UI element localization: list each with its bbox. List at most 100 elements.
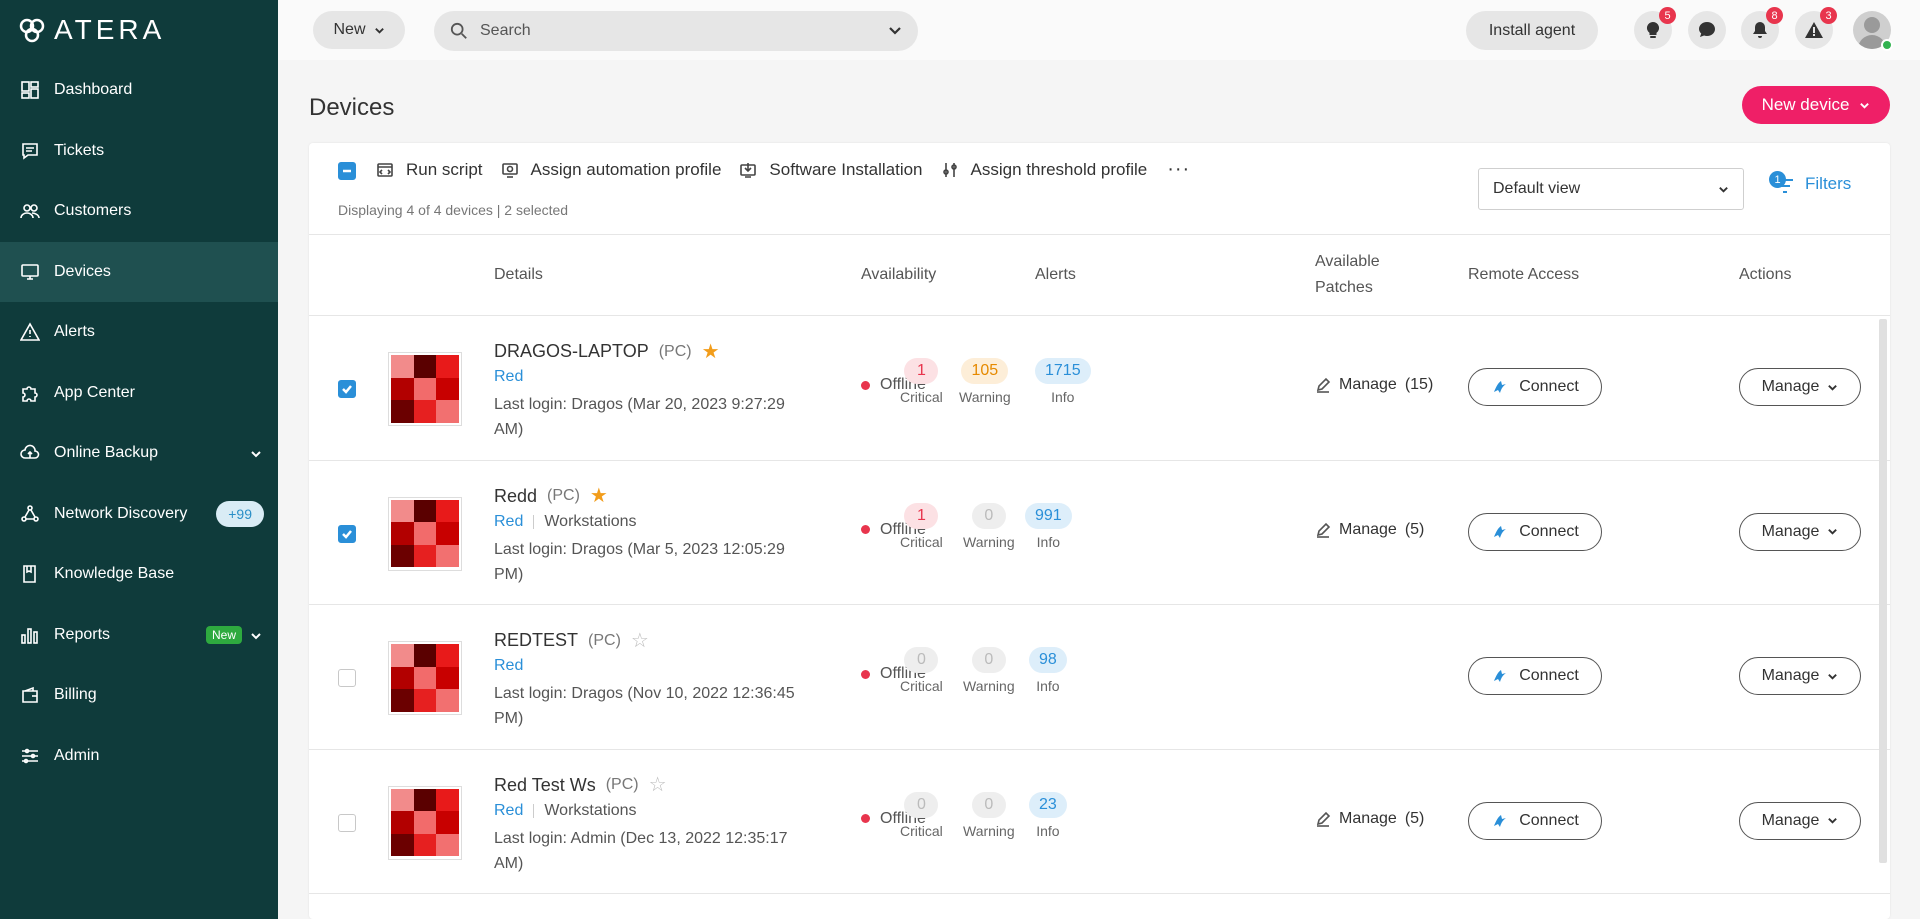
- new-device-button[interactable]: New device: [1742, 86, 1890, 124]
- favorite-star-icon[interactable]: ☆: [631, 631, 649, 651]
- chevron-down-icon[interactable]: [250, 447, 262, 459]
- row-checkbox[interactable]: [338, 380, 356, 398]
- customer-link[interactable]: Red: [494, 513, 523, 531]
- notifications-button[interactable]: 8: [1741, 7, 1783, 49]
- header-details[interactable]: Details: [494, 262, 543, 288]
- favorite-star-icon[interactable]: ★: [702, 342, 720, 362]
- table-row[interactable]: DRAGOS-LAPTOP (PC) ★ Red Last login: Dragos …: [309, 316, 1890, 461]
- row-checkbox[interactable]: [338, 813, 356, 832]
- filters-label: Filters: [1805, 174, 1852, 193]
- thumbnail-cell: [391, 400, 414, 423]
- pencil-icon: [1316, 811, 1331, 827]
- chevron-down-icon[interactable]: [250, 629, 262, 641]
- last-login-line2: AM): [494, 854, 524, 872]
- info-alerts[interactable]: 991 Info: [1025, 502, 1072, 550]
- customer-link[interactable]: Red: [494, 368, 523, 386]
- device-name[interactable]: DRAGOS-LAPTOP: [494, 341, 649, 362]
- install-icon: [740, 162, 757, 178]
- warning-alerts[interactable]: 105 Warning: [959, 358, 1011, 405]
- view-select[interactable]: Default view: [1478, 168, 1744, 210]
- favorite-star-icon[interactable]: ★: [590, 486, 608, 506]
- offline-dot: [861, 380, 870, 390]
- chevron-down-icon: [1828, 529, 1838, 535]
- thumbnail-cell: [413, 833, 437, 857]
- manage-patches-link[interactable]: Manage (5): [1315, 521, 1424, 539]
- critical-alerts[interactable]: 1 Critical: [900, 358, 943, 405]
- separator: [533, 514, 535, 529]
- device-name[interactable]: Redd: [494, 486, 537, 507]
- sidebar-item-admin[interactable]: Admin: [0, 726, 278, 787]
- manage-button[interactable]: Manage: [1739, 801, 1861, 840]
- favorite-star-icon[interactable]: ☆: [649, 775, 667, 795]
- search-input[interactable]: [480, 22, 888, 40]
- install-agent-button[interactable]: Install agent: [1466, 11, 1598, 50]
- connect-button[interactable]: Connect: [1468, 368, 1602, 406]
- run-script-action[interactable]: Run script: [376, 160, 483, 180]
- table-row[interactable]: Redd (PC) ★ Red Workstations Last login: Drag…: [309, 461, 1890, 605]
- assign-threshold-action[interactable]: Assign threshold profile: [941, 160, 1147, 180]
- alerts-button[interactable]: 3: [1795, 7, 1837, 49]
- row-checkbox[interactable]: [338, 669, 356, 687]
- warning-alerts[interactable]: 0 Warning: [963, 647, 1015, 694]
- sidebar-item-alerts[interactable]: Alerts: [0, 302, 278, 363]
- sidebar-item-billing[interactable]: Billing: [0, 665, 278, 726]
- sidebar-item-online-backup[interactable]: Online Backup: [0, 423, 278, 484]
- warning-alerts[interactable]: 0 Warning: [963, 502, 1015, 550]
- chat-icon: [1699, 22, 1715, 37]
- critical-alerts[interactable]: 0 Critical: [900, 647, 943, 694]
- site-name[interactable]: Workstations: [544, 513, 636, 531]
- tips-button[interactable]: 5: [1634, 7, 1676, 49]
- sidebar-item-devices[interactable]: Devices: [0, 241, 278, 302]
- site-name[interactable]: Workstations: [544, 802, 636, 820]
- filters-button[interactable]: 1 Filters: [1769, 171, 1852, 195]
- sidebar-item-reports[interactable]: Reports New: [0, 605, 278, 666]
- select-all-checkbox[interactable]: [338, 162, 356, 180]
- connect-button[interactable]: Connect: [1468, 512, 1602, 551]
- device-name[interactable]: REDTEST: [494, 630, 578, 651]
- critical-alerts[interactable]: 0 Critical: [900, 791, 943, 839]
- customer-link[interactable]: Red: [494, 802, 523, 820]
- info-alerts[interactable]: 1715 Info: [1035, 358, 1091, 405]
- info-alerts[interactable]: 98 Info: [1029, 647, 1067, 694]
- connect-button[interactable]: Connect: [1468, 801, 1602, 840]
- sidebar-item-label: Tickets: [54, 141, 105, 159]
- table-row[interactable]: REDTEST (PC) ☆ Red Last login: Dragos (Nov 1…: [309, 605, 1890, 750]
- chevron-down-icon[interactable]: [888, 24, 902, 38]
- manage-button[interactable]: Manage: [1739, 368, 1861, 406]
- chat-button[interactable]: [1688, 11, 1726, 49]
- thumbnail-cell: [413, 499, 437, 523]
- sidebar-item-app-center[interactable]: App Center: [0, 363, 278, 424]
- sidebar-item-customers[interactable]: Customers: [0, 181, 278, 242]
- manage-button[interactable]: Manage: [1739, 512, 1861, 551]
- critical-alerts[interactable]: 1 Critical: [900, 502, 943, 550]
- connect-button[interactable]: Connect: [1468, 657, 1602, 695]
- header-alerts[interactable]: Alerts: [1035, 262, 1076, 288]
- manage-patches-link[interactable]: Manage (5): [1315, 810, 1424, 828]
- sidebar-item-knowledge-base[interactable]: Knowledge Base: [0, 544, 278, 605]
- sidebar-item-network-discovery[interactable]: Network Discovery +99: [0, 484, 278, 545]
- table-scrollbar[interactable]: [1879, 319, 1887, 863]
- device-name[interactable]: Red Test Ws: [494, 775, 596, 796]
- table-row[interactable]: Red Test Ws (PC) ☆ Red Workstations Last logi…: [309, 750, 1890, 894]
- warning-alerts[interactable]: 0 Warning: [963, 791, 1015, 839]
- manage-patches-link[interactable]: Manage (15): [1315, 376, 1433, 394]
- device-name-line: DRAGOS-LAPTOP (PC) ★: [494, 341, 720, 362]
- row-checkbox[interactable]: [338, 524, 356, 543]
- customer-link[interactable]: Red: [494, 657, 523, 675]
- sidebar-item-label: Online Backup: [54, 444, 159, 462]
- search-bar[interactable]: [434, 11, 918, 51]
- software-installation-label: Software Installation: [769, 159, 923, 179]
- atera-logo[interactable]: ATERA: [18, 14, 165, 45]
- manage-label: Manage: [1761, 378, 1820, 395]
- header-available-patches[interactable]: Available Patches: [1315, 249, 1380, 301]
- sidebar-item-tickets[interactable]: Tickets: [0, 121, 278, 182]
- new-button[interactable]: New: [313, 11, 405, 49]
- more-actions-button[interactable]: ···: [1167, 158, 1190, 181]
- assign-automation-action[interactable]: Assign automation profile: [501, 160, 721, 180]
- info-alerts[interactable]: 23 Info: [1029, 791, 1067, 839]
- software-installation-action[interactable]: Software Installation: [739, 159, 923, 180]
- header-availability[interactable]: Availability: [861, 262, 936, 288]
- sidebar-item-dashboard[interactable]: Dashboard: [0, 60, 278, 121]
- manage-button[interactable]: Manage: [1739, 657, 1861, 695]
- thumbnail-cell: [413, 644, 437, 667]
